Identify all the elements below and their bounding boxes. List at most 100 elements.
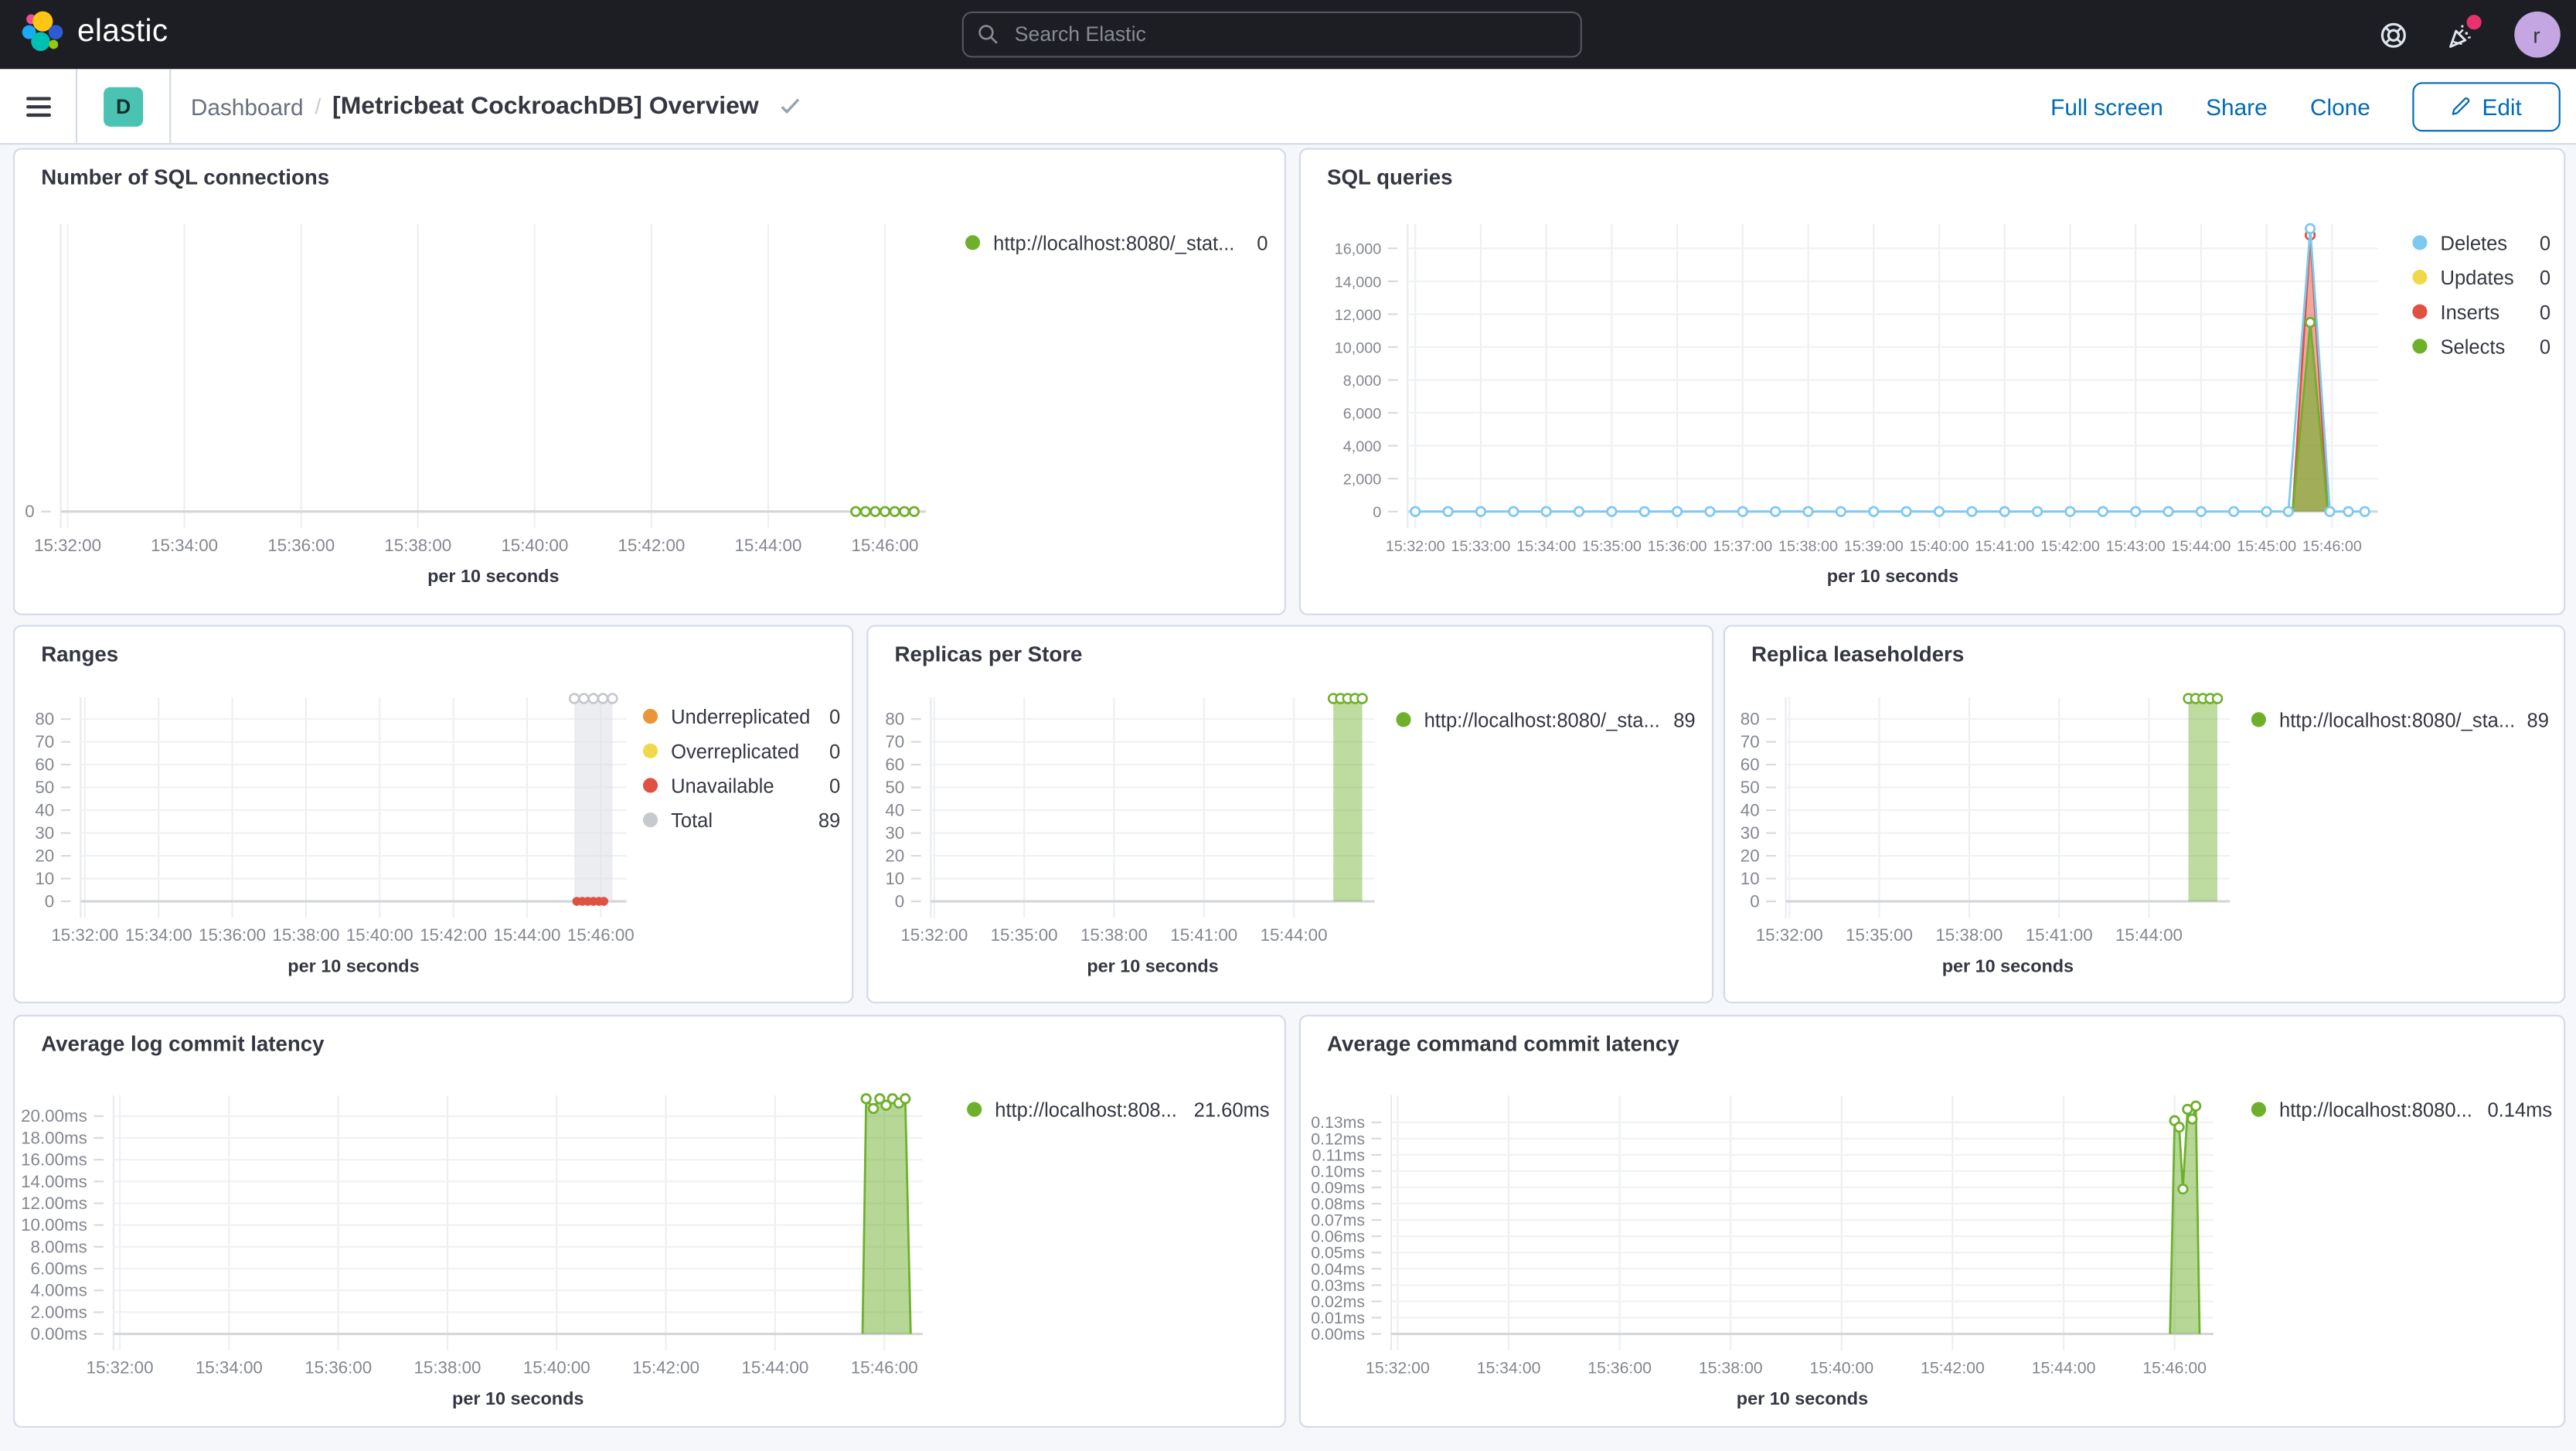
legend-item[interactable]: Total 89 — [642, 802, 840, 837]
svg-text:0.05ms: 0.05ms — [1311, 1244, 1365, 1262]
svg-text:15:37:00: 15:37:00 — [1713, 538, 1772, 555]
svg-text:30: 30 — [885, 823, 904, 843]
legend-item[interactable]: Updates 0 — [2412, 260, 2550, 295]
legend-item[interactable]: http://localhost:8080/_sta... 89 — [2251, 703, 2549, 737]
svg-text:15:35:00: 15:35:00 — [1846, 925, 1913, 945]
app-root: elastic Search Elastic r D Dashboard / [… — [0, 0, 2576, 1451]
svg-text:20: 20 — [1741, 846, 1760, 865]
svg-text:0.11ms: 0.11ms — [1312, 1146, 1365, 1164]
svg-text:15:34:00: 15:34:00 — [196, 1358, 263, 1378]
svg-text:40: 40 — [885, 801, 904, 820]
svg-text:0.10ms: 0.10ms — [1311, 1162, 1365, 1180]
svg-text:15:32:00: 15:32:00 — [1756, 925, 1823, 945]
svg-text:15:38:00: 15:38:00 — [384, 536, 451, 555]
svg-text:15:41:00: 15:41:00 — [1975, 538, 2034, 555]
search-input[interactable] — [1011, 21, 1567, 48]
svg-text:15:44:00: 15:44:00 — [1261, 925, 1328, 945]
badge-letter: D — [115, 94, 131, 118]
legend-label: Inserts — [2440, 300, 2500, 324]
legend-value: 0.14ms — [2487, 1098, 2553, 1122]
divider — [169, 69, 172, 144]
legend-dot-icon — [965, 235, 981, 250]
svg-text:15:41:00: 15:41:00 — [2026, 925, 2093, 945]
breadcrumb-dashboard[interactable]: Dashboard — [191, 93, 304, 119]
svg-text:10: 10 — [1741, 869, 1760, 888]
menu-button[interactable] — [0, 69, 76, 143]
dashboard-badge[interactable]: D — [104, 86, 144, 126]
pencil-icon — [2452, 97, 2471, 115]
chart-legend: http://localhost:8080/_sta... 89 — [1396, 703, 1696, 737]
svg-text:60: 60 — [1741, 755, 1760, 775]
legend-item[interactable]: http://localhost:8080/_stat... 0 — [965, 225, 1268, 260]
legend-value: 21.60ms — [1193, 1098, 1270, 1122]
legend-value: 0 — [2539, 334, 2551, 358]
legend-value: 0 — [2539, 300, 2551, 324]
svg-text:20: 20 — [35, 846, 54, 865]
legend-dot-icon — [2412, 269, 2428, 285]
svg-text:0.06ms: 0.06ms — [1311, 1228, 1365, 1246]
svg-text:0.04ms: 0.04ms — [1311, 1260, 1365, 1279]
svg-text:15:32:00: 15:32:00 — [1386, 538, 1445, 555]
svg-text:6,000: 6,000 — [1343, 405, 1381, 422]
svg-text:8,000: 8,000 — [1343, 373, 1381, 390]
legend-dot-icon — [2412, 235, 2428, 250]
svg-text:2,000: 2,000 — [1343, 472, 1381, 489]
clone-button[interactable]: Clone — [2310, 93, 2370, 119]
svg-text:15:46:00: 15:46:00 — [2302, 538, 2362, 555]
svg-text:16,000: 16,000 — [1335, 241, 1381, 258]
panel-replicas-per-store: Replicas per Store 15:32:00 15:35:00 15:38… — [866, 625, 1714, 1003]
help-icon — [2380, 22, 2405, 47]
svg-text:per 10 seconds: per 10 seconds — [452, 1388, 584, 1408]
svg-text:0.13ms: 0.13ms — [1311, 1113, 1365, 1132]
svg-text:15:40:00: 15:40:00 — [523, 1358, 590, 1378]
elastic-logo[interactable]: elastic — [20, 10, 168, 56]
legend-item[interactable]: Unavailable 0 — [642, 768, 841, 803]
svg-text:14.00ms: 14.00ms — [21, 1172, 87, 1191]
svg-text:15:44:00: 15:44:00 — [2115, 925, 2183, 945]
svg-text:15:40:00: 15:40:00 — [1809, 1359, 1873, 1378]
svg-text:70: 70 — [885, 732, 904, 751]
user-avatar[interactable]: r — [2513, 11, 2560, 58]
svg-text:15:40:00: 15:40:00 — [346, 925, 413, 945]
svg-text:0.03ms: 0.03ms — [1311, 1276, 1365, 1295]
legend-item[interactable]: Underreplicated 0 — [642, 699, 840, 734]
edit-button[interactable]: Edit — [2413, 81, 2560, 131]
chart-canvas: 15:32:00 15:34:00 15:36:00 15:38:00 15:40:00… — [21, 1093, 923, 1408]
share-button[interactable]: Share — [2206, 93, 2267, 119]
svg-text:15:32:00: 15:32:00 — [87, 1358, 154, 1378]
svg-text:15:35:00: 15:35:00 — [991, 925, 1058, 945]
full-screen-button[interactable]: Full screen — [2050, 93, 2163, 119]
legend-item[interactable]: Overreplicated 0 — [642, 734, 840, 768]
legend-item[interactable]: http://localhost:8080/_sta... 89 — [1396, 703, 1696, 737]
svg-text:0.02ms: 0.02ms — [1311, 1293, 1365, 1311]
svg-text:60: 60 — [885, 755, 904, 775]
legend-item[interactable]: Deletes 0 — [2412, 225, 2550, 260]
legend-value: 0 — [829, 774, 841, 797]
legend-dot-icon — [2251, 1102, 2266, 1117]
legend-item[interactable]: http://localhost:808... 21.60ms — [967, 1092, 1270, 1127]
legend-item[interactable]: Selects 0 — [2412, 329, 2550, 364]
dashboard-toolbar: D Dashboard / [Metricbeat CockroachDB] O… — [0, 69, 2576, 145]
legend-item[interactable]: http://localhost:8080... 0.14ms — [2251, 1092, 2552, 1127]
chart-legend: http://localhost:8080/_stat... 0 — [965, 225, 1268, 260]
legend-label: http://localhost:8080... — [2278, 1098, 2472, 1122]
help-button[interactable] — [2379, 21, 2407, 49]
svg-text:15:34:00: 15:34:00 — [125, 925, 192, 945]
chart-legend: Underreplicated 0 Overreplicated 0 Unavailab… — [642, 699, 841, 837]
chart-canvas: 15:32:00 15:34:00 15:36:00 15:38:00 15:40:00… — [1311, 1095, 2214, 1408]
svg-text:60: 60 — [35, 755, 54, 775]
svg-text:15:38:00: 15:38:00 — [414, 1358, 482, 1378]
search-box[interactable] — [961, 11, 1582, 58]
brand-name: elastic — [77, 15, 168, 49]
chart-canvas: 15:32:00 15:33:00 15:34:00 15:35:00 15:36:00… — [1335, 223, 2378, 586]
search-icon — [978, 25, 998, 44]
legend-dot-icon — [2412, 304, 2428, 319]
newsfeed-button[interactable] — [2446, 14, 2481, 49]
legend-value: 89 — [1673, 707, 1696, 731]
svg-text:50: 50 — [1741, 778, 1760, 797]
svg-text:15:43:00: 15:43:00 — [2106, 538, 2166, 555]
svg-text:0.12ms: 0.12ms — [1311, 1129, 1365, 1148]
check-icon[interactable] — [780, 97, 801, 115]
legend-item[interactable]: Inserts 0 — [2412, 295, 2550, 329]
legend-value: 0 — [2539, 230, 2551, 254]
